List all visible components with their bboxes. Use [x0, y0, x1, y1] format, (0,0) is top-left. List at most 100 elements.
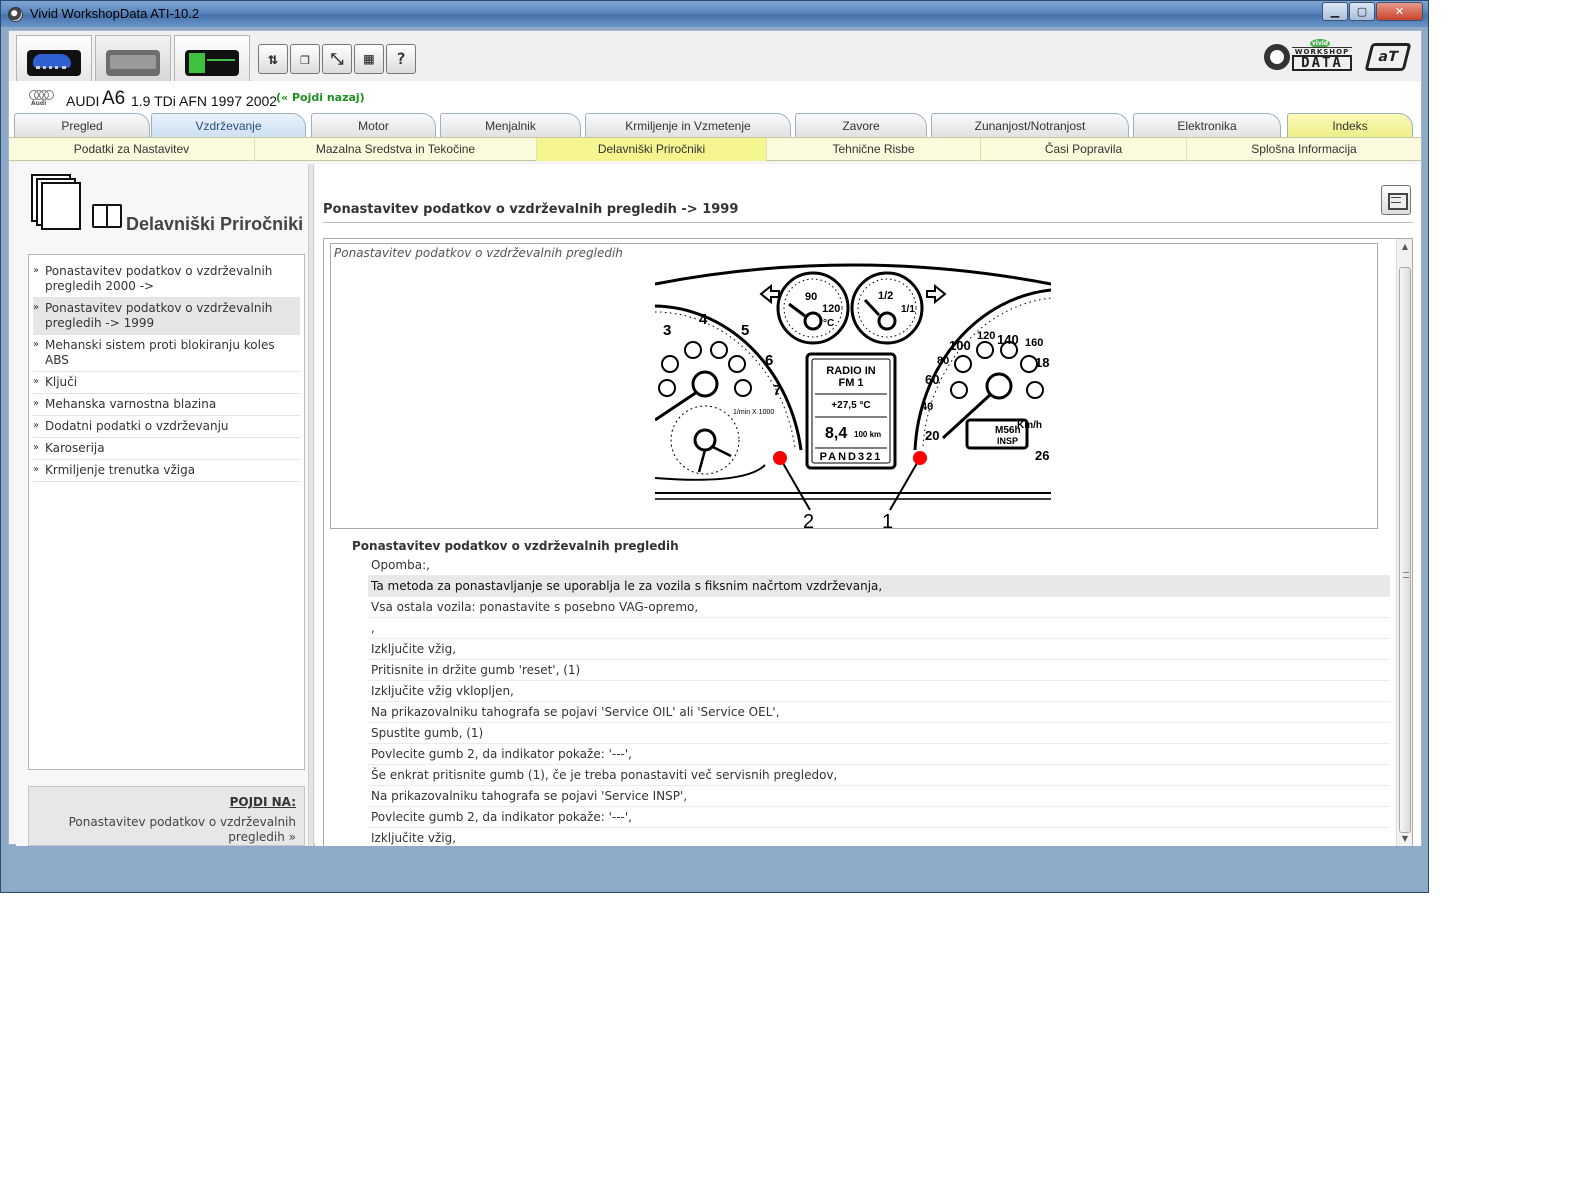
scroll-thumb[interactable]	[1399, 267, 1411, 833]
vehicle-engine: 1.9 TDi AFN 1997 2002	[131, 93, 278, 109]
speed-label: 26	[1035, 448, 1049, 463]
subtab-delavniski-prirocniki[interactable]: Delavniški Priročniki	[537, 138, 767, 161]
display-line: +27,5 °C	[831, 400, 870, 411]
callout-label: 1	[882, 511, 893, 532]
maximize-icon: ▢	[1356, 5, 1368, 18]
title-bar[interactable]: Vivid WorkshopData ATI-10.2 ▁ ▢ ✕	[1, 1, 1428, 27]
step-row: Povlecite gumb 2, da indikator pokaže: '…	[368, 807, 1390, 828]
tacho-label: 7	[773, 382, 781, 399]
step-row: Vsa ostala vozila: ponastavite s posebno…	[368, 597, 1390, 618]
warning-lamp-icon	[976, 341, 994, 359]
speed-label: 160	[1025, 337, 1043, 349]
list-item-label: Karoserija	[45, 441, 105, 455]
chevron-right-icon: »	[33, 265, 40, 276]
list-item[interactable]: » Ponastavitev podatkov o vzdrževalnih pr…	[33, 298, 300, 335]
warning-lamp-icon	[954, 355, 972, 373]
list-item[interactable]: » Ponastavitev podatkov o vzdrževalnih pr…	[33, 261, 300, 298]
warning-lamp-icon	[661, 355, 679, 373]
list-item[interactable]: » Mehanska varnostna blazina	[33, 394, 300, 416]
list-item[interactable]: » Karoserija	[33, 438, 300, 460]
list-item[interactable]: » Dodatni podatki o vzdrževanju	[33, 416, 300, 438]
car-mode-button[interactable]	[16, 35, 92, 81]
subtab-splosna-informacija[interactable]: Splošna Informacija	[1187, 138, 1421, 161]
list-item-label: Ponastavitev podatkov o vzdrževalnih pre…	[45, 301, 273, 330]
calculator-icon: ▦	[364, 49, 374, 68]
ati-logo: aT	[1364, 43, 1412, 71]
close-button[interactable]: ✕	[1376, 2, 1423, 21]
section-heading: Ponastavitev podatkov o vzdrževalnih pre…	[352, 539, 679, 553]
truck-mode-button[interactable]	[95, 35, 171, 81]
reset-button-1-marker	[913, 451, 927, 465]
back-link[interactable]: (« Pojdi nazaj)	[276, 91, 365, 104]
reset-button-2-marker	[773, 451, 787, 465]
speed-label: 20	[925, 428, 939, 443]
clock-dial	[670, 405, 740, 475]
left-panel: Delavniški Priročniki » Ponastavitev poda…	[16, 164, 312, 846]
minimize-button[interactable]: ▁	[1322, 2, 1348, 21]
calculator-tool-button[interactable]: ▦	[354, 44, 384, 74]
tab-indeks[interactable]: Indeks	[1287, 113, 1413, 137]
subtab-mazalna-sredstva[interactable]: Mazalna Sredstva in Tekočine	[255, 138, 537, 161]
tab-pregled[interactable]: Pregled	[14, 113, 150, 137]
help-tool-button[interactable]: ?	[386, 44, 416, 74]
copy-tool-button[interactable]: ❐	[290, 44, 320, 74]
truck-icon	[106, 50, 160, 76]
step-row: ,	[368, 618, 1390, 639]
copy-icon: ❐	[300, 49, 310, 68]
print-button[interactable]	[1381, 185, 1411, 215]
tab-krmiljenje[interactable]: Krmiljenje in Vzmetenje	[585, 113, 791, 137]
tab-menjalnik[interactable]: Menjalnik	[440, 113, 581, 137]
tacho-needle	[655, 390, 698, 422]
tab-vzdrzevanje[interactable]: Vzdrževanje	[151, 113, 306, 137]
window-title: Vivid WorkshopData ATI-10.2	[30, 6, 200, 21]
app-icon[interactable]	[8, 7, 23, 22]
tab-motor[interactable]: Motor	[311, 113, 436, 137]
workshopdata-logo: vivid WORKSHOP DATA	[1264, 39, 1354, 75]
display-line: RADIO IN	[826, 365, 876, 377]
ruler-tool-button[interactable]: ⤡	[322, 44, 352, 74]
fuel-label: 1/1	[901, 304, 915, 315]
app-window: Vivid WorkshopData ATI-10.2 ▁ ▢ ✕ ⇅ ❐ ⤡ …	[0, 0, 1429, 893]
odo-line: INSP	[997, 436, 1018, 446]
list-item[interactable]: » Krmiljenje trenutka vžiga	[33, 460, 300, 482]
speed-label: 80	[937, 355, 949, 367]
step-row: Ta metoda za ponastavljanje se uporablja…	[368, 576, 1390, 597]
tacho-label: 4	[699, 311, 708, 328]
subtab-tehnicne-risbe[interactable]: Tehnične Risbe	[767, 138, 981, 161]
procedure-steps: Opomba:, Ta metoda za ponastavljanje se …	[368, 555, 1390, 846]
tab-elektronika[interactable]: Elektronika	[1133, 113, 1281, 137]
scroll-down-icon[interactable]: ▼	[1397, 831, 1412, 846]
display-line: PAND321	[820, 451, 883, 463]
list-item[interactable]: » Mehanski sistem proti blokiranju koles …	[33, 335, 300, 372]
chevron-right-icon: »	[33, 339, 40, 350]
step-row: Opomba:,	[368, 555, 1390, 576]
odo-line: M56h	[995, 425, 1021, 436]
temperature-gauge: 90 120 °C	[776, 271, 850, 345]
scroll-up-icon[interactable]: ▲	[1397, 239, 1412, 255]
minimize-icon: ▁	[1330, 5, 1340, 18]
book-tool-button[interactable]: ⇅	[258, 44, 288, 74]
panel-splitter[interactable]	[308, 164, 314, 846]
step-row: Izključite vžig vklopljen,	[368, 681, 1390, 702]
vehicle-model: A6	[102, 88, 126, 109]
section-title: Delavniški Priročniki	[126, 214, 304, 234]
goto-link[interactable]: Ponastavitev podatkov o vzdrževalnih pre…	[37, 815, 296, 845]
list-item-label: Dodatni podatki o vzdrževanju	[45, 419, 229, 433]
vertical-scrollbar[interactable]: ▲ ▼	[1396, 239, 1412, 846]
subtab-podatki-za-nastavitev[interactable]: Podatki za Nastavitev	[9, 138, 255, 161]
tacho-label: 5	[741, 322, 749, 339]
ecu-mode-button[interactable]	[174, 35, 250, 81]
brand-wordmark: Audi	[31, 100, 47, 107]
maximize-button[interactable]: ▢	[1349, 2, 1375, 21]
document-content: Ponastavitev podatkov o vzdrževalnih pre…	[324, 239, 1396, 846]
speed-label: 60	[925, 372, 939, 387]
subtab-casi-popravila[interactable]: Časi Popravila	[981, 138, 1187, 161]
speed-unit: Km/h	[1017, 420, 1042, 431]
logo-ring-icon	[1264, 44, 1290, 70]
tab-zunanjost[interactable]: Zunanjost/Notranjost	[931, 113, 1129, 137]
tab-zavore[interactable]: Zavore	[795, 113, 927, 137]
logo-main-text: DATA	[1292, 55, 1352, 71]
step-row: Povlecite gumb 2, da indikator pokaže: '…	[368, 744, 1390, 765]
heading-divider	[323, 222, 1413, 223]
list-item[interactable]: » Ključi	[33, 372, 300, 394]
